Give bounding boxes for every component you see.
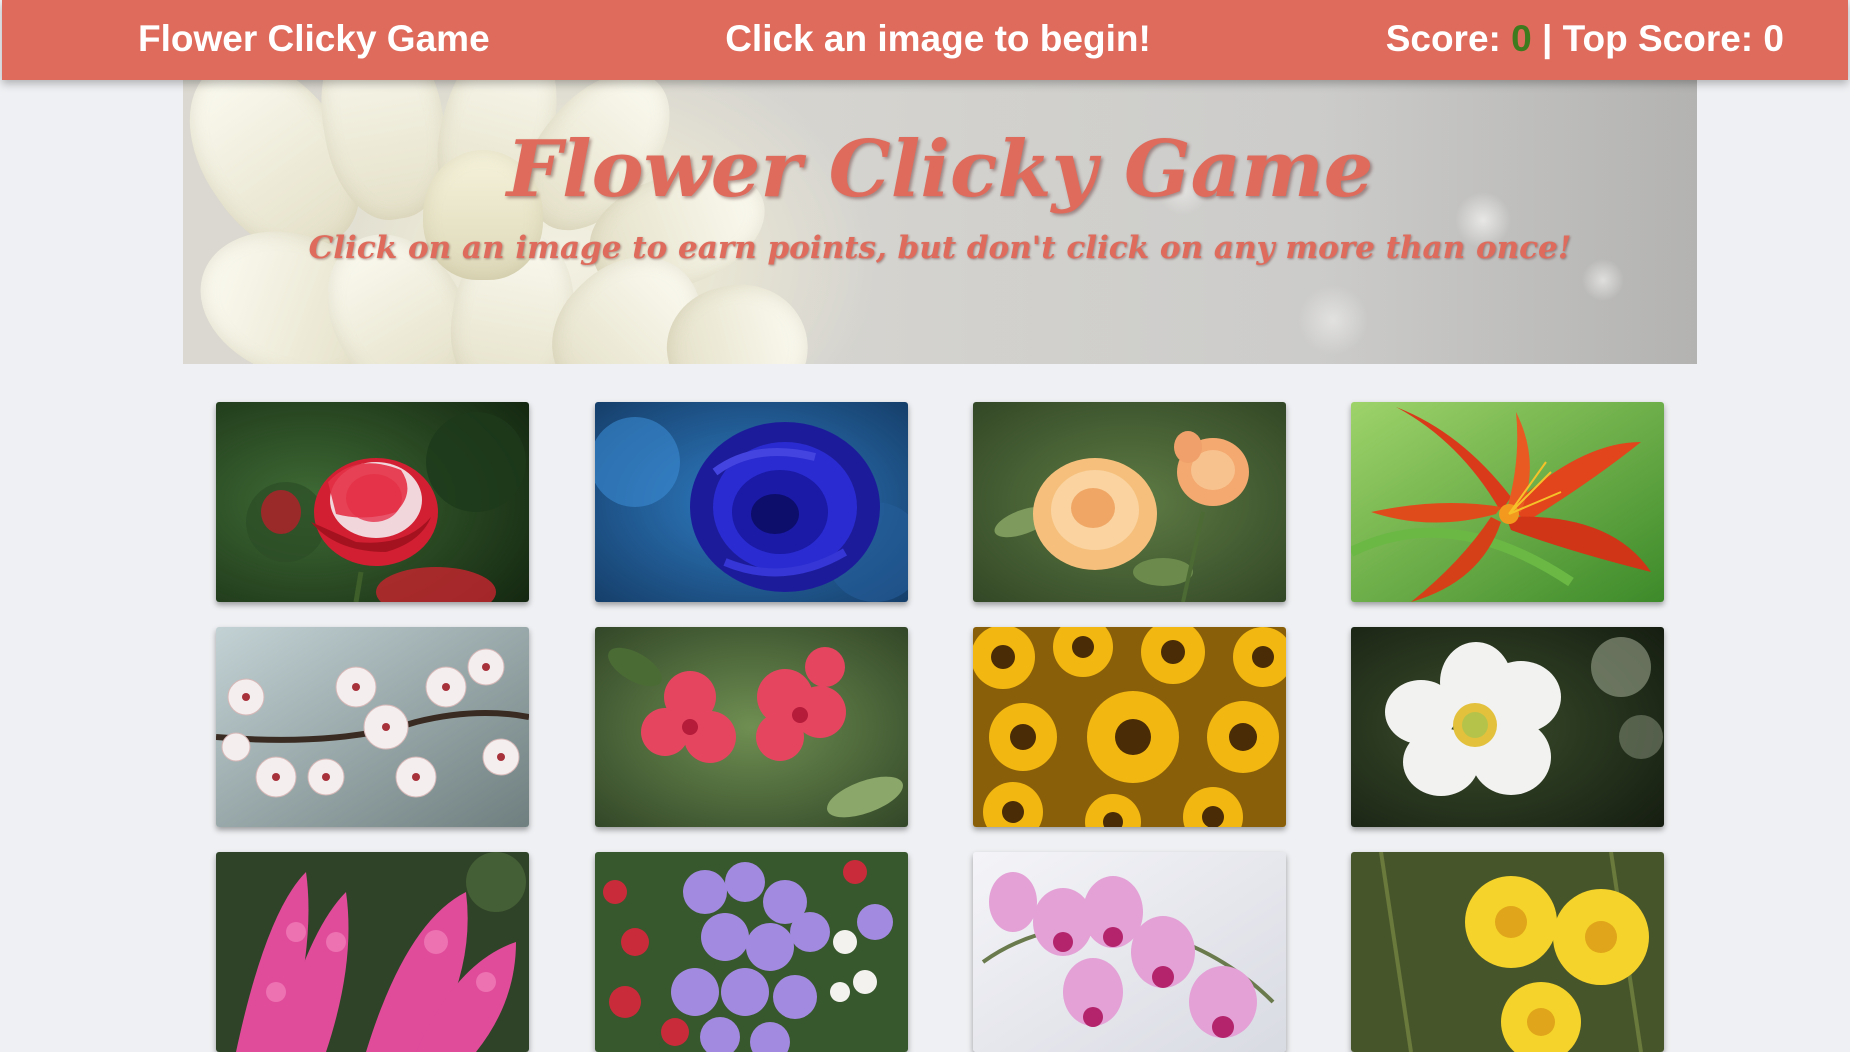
flower-card-orange-lily[interactable] xyxy=(1351,402,1664,602)
white-anemone-image xyxy=(1351,627,1664,827)
score-separator: | xyxy=(1531,18,1563,59)
pink-astilbe-image xyxy=(216,852,529,1052)
flower-card-pink-orchid[interactable] xyxy=(973,852,1286,1052)
flower-card-sunflowers[interactable] xyxy=(973,627,1286,827)
blue-rose-image xyxy=(595,402,908,602)
purple-bellflowers-image xyxy=(595,852,908,1052)
flower-card-yellow-daisies[interactable] xyxy=(1351,852,1664,1052)
flower-card-peach-rose[interactable] xyxy=(973,402,1286,602)
score-display: Score: 0 | Top Score: 0 xyxy=(1386,18,1784,60)
cherry-blossom-image xyxy=(216,627,529,827)
flower-card-purple-bellflowers[interactable] xyxy=(595,852,908,1052)
flower-card-blue-rose[interactable] xyxy=(595,402,908,602)
flower-card-pink-hibiscus[interactable] xyxy=(595,627,908,827)
flower-card-white-anemone[interactable] xyxy=(1351,627,1664,827)
orange-lily-image xyxy=(1351,402,1664,602)
pink-hibiscus-image xyxy=(595,627,908,827)
red-rose-image xyxy=(216,402,529,602)
flower-card-red-rose[interactable] xyxy=(216,402,529,602)
top-score-value: 0 xyxy=(1763,18,1784,59)
jumbotron-subtitle: Click on an image to earn points, but do… xyxy=(308,230,1572,266)
top-score-label: Top Score: xyxy=(1562,18,1764,59)
score-value: 0 xyxy=(1511,18,1532,59)
flower-card-cherry-blossom[interactable] xyxy=(216,627,529,827)
navbar: Flower Clicky Game Click an image to beg… xyxy=(2,0,1848,80)
pink-orchid-image xyxy=(973,852,1286,1052)
jumbotron-banner: Flower Clicky Game Click on an image to … xyxy=(183,80,1697,364)
score-label: Score: xyxy=(1385,18,1512,59)
peach-rose-image xyxy=(973,402,1286,602)
jumbotron-title: Flower Clicky Game xyxy=(506,124,1374,215)
sunflowers-image xyxy=(973,627,1286,827)
yellow-daisies-image xyxy=(1351,852,1664,1052)
flower-card-pink-astilbe[interactable] xyxy=(216,852,529,1052)
